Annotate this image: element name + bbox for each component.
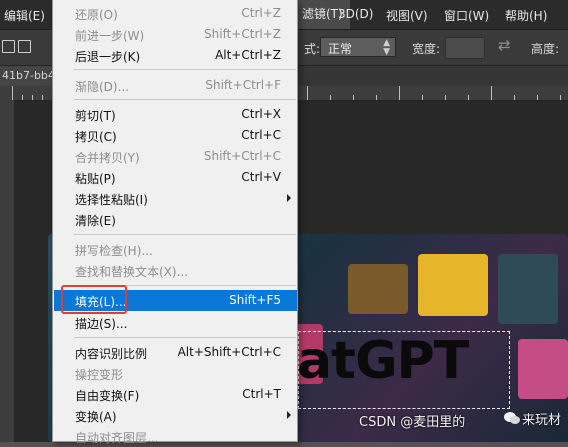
ruler-tick [32, 95, 33, 100]
selection-marquee [298, 331, 510, 409]
ruler-tick [12, 86, 13, 100]
menu-item-shortcut: Shift+Ctrl+C [203, 149, 281, 163]
wechat-icon [504, 412, 520, 424]
submenu-arrow-icon [287, 411, 291, 419]
watermark: CSDN @麦田里的 [359, 415, 466, 430]
menu-window[interactable]: 窗口(W) [444, 7, 489, 24]
menu-item-paste-special[interactable]: 选择性粘贴(I) [54, 188, 297, 209]
menu-item-copy-merged[interactable]: 合并拷贝(Y) Shift+Ctrl+C [54, 146, 297, 167]
add-selection-icon[interactable] [18, 40, 31, 53]
menu-item-label: 合并拷贝(Y) [75, 151, 140, 165]
ruler-tick [491, 86, 492, 100]
menu-item-label: 渐隐(D)... [75, 80, 130, 94]
menu-item-content-aware-scale[interactable]: 内容识别比例 Alt+Shift+Ctrl+C [54, 342, 297, 363]
menu-item-shortcut: Alt+Ctrl+Z [215, 48, 281, 62]
submenu-arrow-icon [287, 194, 291, 202]
art-brown-square [348, 264, 408, 314]
menu-item-step-backward[interactable]: 后退一步(K) Alt+Ctrl+Z [54, 45, 297, 66]
menu-item-label: 还原(O) [75, 8, 118, 22]
vertical-ruler [0, 100, 15, 442]
menu-item-label: 操控变形 [75, 368, 124, 382]
menu-item-shortcut: Ctrl+T [242, 387, 281, 401]
menu-item-shortcut: Shift+Ctrl+Z [204, 27, 281, 41]
art-magenta-square [518, 339, 568, 399]
menu-item-label: 后退一步(K) [75, 50, 141, 64]
menu-item-shortcut: Ctrl+V [241, 170, 281, 184]
ruler-tick [560, 95, 561, 100]
menu-help[interactable]: 帮助(H) [505, 7, 547, 24]
menu-item-step-forward[interactable]: 前进一步(W) Shift+Ctrl+Z [54, 24, 297, 45]
ruler-tick [330, 95, 331, 100]
style-label: 式: [304, 42, 321, 56]
style-select[interactable]: 正常 ▲ ▼ [320, 37, 396, 57]
menu-item-cut[interactable]: 剪切(T) Ctrl+X [54, 104, 297, 125]
annotation-highlight-box [61, 285, 127, 314]
width-label: 宽度: [412, 42, 441, 56]
ruler-tick [376, 95, 377, 100]
menu-item-label: 描边(S)... [75, 317, 128, 331]
swap-icon[interactable]: ⇄ [498, 36, 511, 54]
height-label: 高度: [531, 42, 560, 56]
menu-item-undo[interactable]: 还原(O) Ctrl+Z [54, 3, 297, 24]
ruler-tick [42, 95, 43, 100]
menu-item-spell-check[interactable]: 拼写检查(H)... [54, 239, 297, 260]
menu-item-label: 内容识别比例 [75, 347, 148, 361]
menu-view[interactable]: 视图(V) [386, 7, 428, 24]
menu-3d[interactable]: 3D(D) [338, 7, 373, 21]
menu-item-find-replace[interactable]: 查找和替换文本(X)... [54, 260, 297, 281]
menu-separator [74, 337, 296, 338]
menu-item-shortcut: Ctrl+Z [241, 6, 281, 20]
menu-item-puppet-warp[interactable]: 操控变形 [54, 363, 297, 384]
menu-item-label: 拷贝(C) [75, 130, 117, 144]
menu-item-label: 查找和替换文本(X)... [75, 265, 189, 279]
menu-separator [74, 69, 296, 70]
menu-item-transform[interactable]: 变换(A) [54, 405, 297, 426]
ruler-tick [445, 95, 446, 100]
menu-item-shortcut: Shift+Ctrl+F [205, 78, 281, 92]
watermark-right: 来玩材 [522, 413, 562, 428]
updown-arrow-icon: ▲ ▼ [383, 38, 390, 57]
menu-item-free-transform[interactable]: 自由变换(F) Ctrl+T [54, 384, 297, 405]
ruler-tick [22, 95, 23, 100]
menu-separator [74, 234, 296, 235]
edit-menu: 还原(O) Ctrl+Z 前进一步(W) Shift+Ctrl+Z 后退一步(K… [52, 0, 298, 445]
ruler-tick [353, 95, 354, 100]
new-selection-icon[interactable] [2, 40, 15, 53]
art-blue-square [498, 254, 558, 324]
ruler-tick [307, 86, 308, 100]
menu-item-shortcut: Alt+Shift+Ctrl+C [177, 345, 281, 359]
ruler-tick [399, 86, 400, 100]
menu-item-paste[interactable]: 粘贴(P) Ctrl+V [54, 167, 297, 188]
menu-edit[interactable]: 编辑(E) [4, 7, 45, 24]
document-tab[interactable]: 41b7-bb4 [0, 66, 60, 86]
art-yellow-square [418, 254, 488, 316]
style-value: 正常 [328, 42, 353, 56]
menu-item-shortcut: Ctrl+C [241, 128, 281, 142]
ruler-tick [468, 95, 469, 100]
menu-item-stroke[interactable]: 描边(S)... [54, 312, 297, 333]
menu-item-shortcut: Ctrl+X [241, 107, 281, 121]
menu-item-shortcut: Shift+F5 [229, 293, 281, 307]
menu-item-fade[interactable]: 渐隐(D)... Shift+Ctrl+F [54, 75, 297, 96]
width-input[interactable] [445, 37, 485, 59]
menu-separator [74, 99, 296, 100]
ruler-tick [514, 95, 515, 100]
menu-item-label: 粘贴(P) [75, 172, 116, 186]
menu-item-clear[interactable]: 清除(E) [54, 209, 297, 230]
ruler-tick [422, 95, 423, 100]
menu-item-label: 拼写检查(H)... [75, 244, 153, 258]
menu-item-copy[interactable]: 拷贝(C) Ctrl+C [54, 125, 297, 146]
menu-item-label: 清除(E) [75, 214, 116, 228]
ruler-tick [537, 95, 538, 100]
menu-item-label: 变换(A) [75, 410, 117, 424]
menu-item-label: 剪切(T) [75, 109, 116, 123]
menu-item-label: 选择性粘贴(I) [75, 193, 148, 207]
menu-item-label: 前进一步(W) [75, 29, 145, 43]
menu-item-auto-align-layers[interactable]: 自动对齐图层... [54, 426, 297, 447]
menu-item-label: 自动对齐图层... [75, 431, 159, 445]
menu-item-label: 自由变换(F) [75, 389, 140, 403]
